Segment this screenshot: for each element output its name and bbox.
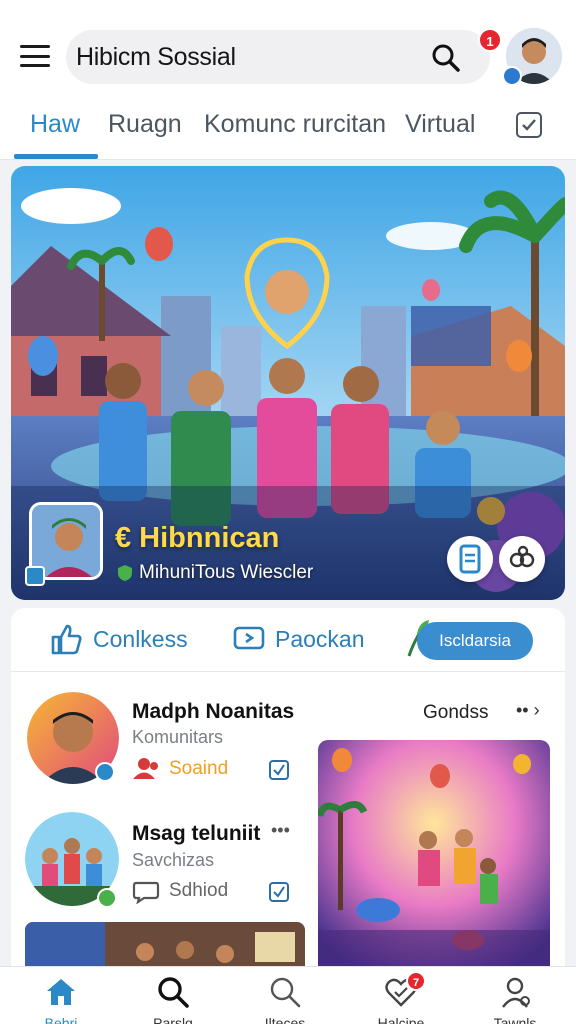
primary-action-pill[interactable]: Iscldarsia: [417, 622, 533, 660]
search-bar[interactable]: Hibicm Sossial: [66, 30, 490, 84]
notification-badge[interactable]: 1: [478, 28, 502, 52]
action-bar: Conlkess Paockan Iscldarsia: [11, 608, 565, 672]
tab-komunc-rurcitan[interactable]: Komunc rurcitan: [204, 110, 386, 139]
nav-profile[interactable]: Tawnls: [460, 967, 570, 1024]
document-icon: [459, 544, 481, 574]
post-right-label[interactable]: Gondss: [423, 702, 488, 724]
verified-badge-icon: [502, 66, 522, 86]
checkbox-icon[interactable]: [516, 112, 542, 138]
profile-icon: [502, 977, 530, 1008]
post-tag: Sdhiod: [169, 880, 229, 901]
nav-label: Ilteces: [264, 1015, 306, 1024]
verified-badge-icon: [25, 566, 45, 586]
hero-title: € Hibnnican: [115, 522, 280, 554]
nav-notifications[interactable]: 7 Halcipe: [346, 967, 456, 1024]
nav-home[interactable]: Bebri: [6, 967, 116, 1024]
nav-label: Halcipe: [377, 1015, 425, 1024]
search-icon[interactable]: [430, 42, 462, 74]
online-status-icon: [97, 888, 117, 908]
comment-icon[interactable]: [132, 880, 160, 904]
verified-badge-icon: [95, 762, 115, 782]
active-tab-indicator: [14, 154, 98, 159]
post-tag: Soaind: [169, 758, 229, 779]
hero-subtitle: MihuniTous Wiescler: [139, 562, 314, 583]
feed-card: Conlkess Paockan Iscldarsia Madph Noanit…: [11, 608, 565, 978]
group-button[interactable]: [499, 536, 545, 582]
thumbs-up-icon[interactable]: [49, 622, 83, 656]
search-icon: [158, 977, 189, 1008]
home-icon: [47, 979, 75, 1005]
document-button[interactable]: [447, 536, 493, 582]
search-icon: [270, 977, 301, 1008]
post-community: Savchizas: [132, 850, 215, 870]
search-title: Hibicm Sossial: [76, 42, 236, 71]
tab-haw[interactable]: Haw: [30, 110, 80, 139]
post-author-name[interactable]: Madph Noanitas: [132, 700, 294, 724]
post-author-name[interactable]: Msag teluniit: [132, 822, 260, 846]
nav-label: Tawnls: [493, 1015, 537, 1024]
top-app-bar: Hibicm Sossial 1 Haw Ruagn Komunc rurcit…: [0, 0, 576, 160]
more-options-icon[interactable]: •••: [271, 820, 290, 841]
more-options-icon[interactable]: •• ›: [516, 700, 540, 721]
bottom-navigation: Bebri Parslq Ilteces 7 Halcipe Tawnls: [0, 966, 576, 1024]
tab-bar: Haw Ruagn Komunc rurcitan Virtual: [0, 100, 576, 160]
tab-ruagn[interactable]: Ruagn: [108, 110, 182, 139]
nav-label: Bebri: [44, 1015, 78, 1024]
like-action[interactable]: Conlkess: [93, 626, 188, 653]
nav-explore[interactable]: Ilteces: [230, 967, 340, 1024]
nav-label: Parslq: [153, 1015, 193, 1024]
post-community: Komunitars: [132, 727, 224, 747]
share-action[interactable]: Paockan: [275, 626, 365, 653]
checkbox-icon[interactable]: [269, 760, 289, 780]
nav-badge: 7: [406, 971, 426, 991]
hamburger-menu-icon[interactable]: [18, 42, 52, 70]
group-red-icon: [133, 758, 158, 779]
group-icon: [509, 545, 535, 568]
checkbox-icon[interactable]: [269, 882, 289, 902]
share-icon[interactable]: [233, 626, 265, 654]
nav-search[interactable]: Parslq: [118, 967, 228, 1024]
promo-image[interactable]: [318, 740, 550, 978]
hero-banner[interactable]: € Hibnnican MihuniTous Wiescler: [11, 166, 565, 600]
tab-virtual[interactable]: Virtual: [405, 110, 475, 139]
shield-icon: [118, 565, 132, 581]
